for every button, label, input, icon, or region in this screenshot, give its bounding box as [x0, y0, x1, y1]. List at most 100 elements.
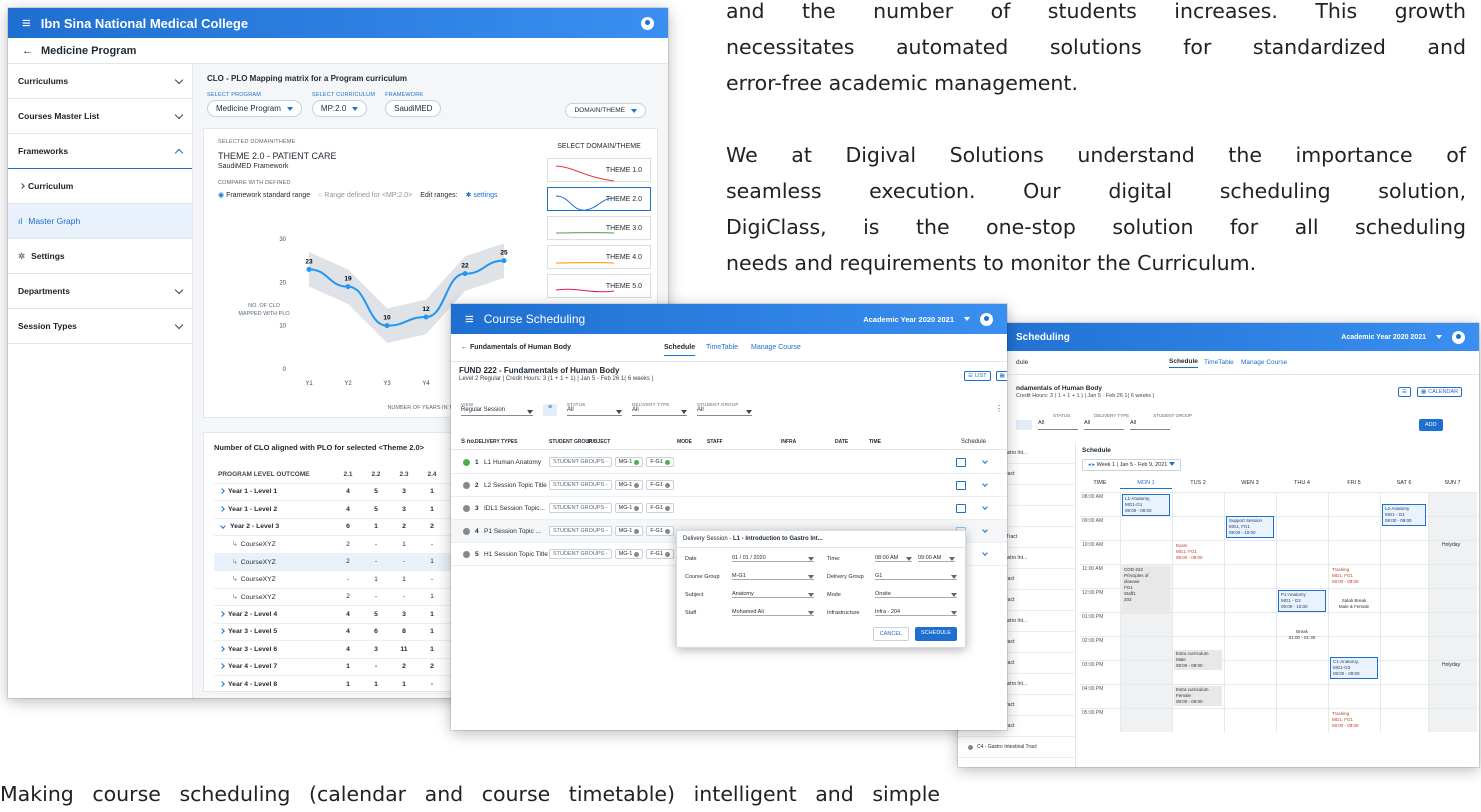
chevron-down-icon[interactable] — [982, 549, 988, 556]
sidebar-item[interactable]: ıl Master Graph — [8, 204, 192, 239]
popup-field-input[interactable]: Infra - 204 — [875, 609, 957, 616]
week-selector[interactable]: ◂ ▸ Week 1 | Jan 5 - Feb 9, 2021 — [1082, 459, 1181, 471]
sidebar-item[interactable]: Departments — [8, 274, 192, 309]
delivery-select[interactable]: All — [1084, 420, 1124, 430]
popup-field-input[interactable]: Onsite — [875, 591, 957, 598]
group-tag[interactable]: MG-1 — [614, 480, 644, 490]
popup-field-input[interactable]: 01 / 01 / 2020 — [732, 555, 814, 562]
group-tag[interactable]: F-G1 — [646, 549, 674, 559]
user-avatar-icon[interactable] — [980, 312, 993, 326]
menu-icon[interactable]: ≡ — [465, 311, 474, 328]
filter-select[interactable]: Regular Session — [461, 407, 533, 416]
sidebar-item[interactable]: Curriculum — [8, 169, 192, 204]
session-list-item[interactable]: C4 - Gastro Intestinal Tract — [958, 737, 1075, 758]
filter-select[interactable]: All — [697, 407, 752, 416]
radio-standard[interactable]: ◉ Framework standard range — [218, 191, 310, 199]
session-row[interactable]: 1 L1 Human Anatomy STUDENT GROUPS - MG-1 F-G… — [451, 451, 1007, 474]
academic-year[interactable]: Academic Year 2020 2021 — [1341, 334, 1426, 341]
back-arrow-icon[interactable]: ← — [461, 344, 468, 351]
group-tag[interactable]: MG-1 — [614, 549, 644, 559]
calendar-event[interactable]: L1-Anatomy, MG1-G1 08:00 - 09:00 — [1122, 494, 1170, 516]
add-button[interactable]: ADD — [1419, 419, 1443, 431]
time-end-input[interactable]: 09:00 AM — [918, 555, 955, 562]
calendar-event[interactable]: Extra curriculum Female 08:00 - 09:00 — [1174, 686, 1222, 706]
settings-link[interactable]: ✱ settings — [466, 191, 498, 199]
group-tag[interactable]: F-G1 — [646, 457, 674, 467]
filter-field[interactable]: VIEW Regular Session — [461, 402, 533, 416]
user-avatar-icon[interactable] — [641, 16, 654, 30]
academic-year[interactable]: Academic Year 2020 2021 — [863, 315, 954, 324]
theme-option[interactable]: THEME 1.0 — [547, 158, 651, 182]
menu-icon[interactable]: ≡ — [22, 15, 31, 32]
tab-timetable[interactable]: TimeTable — [706, 344, 738, 351]
chevron-down-icon[interactable] — [1436, 335, 1442, 339]
popup-field-input[interactable]: G1 — [875, 573, 957, 580]
tab-schedule[interactable]: Schedule — [1169, 358, 1198, 368]
group-tag[interactable]: MG-1 — [614, 526, 644, 536]
group-tag[interactable]: MG-1 — [614, 503, 644, 513]
calendar-icon[interactable] — [956, 480, 966, 490]
tab-schedule[interactable]: Schedule — [664, 344, 696, 356]
theme-option[interactable]: THEME 3.0 — [547, 216, 651, 240]
sidebar-item[interactable]: Frameworks — [8, 134, 192, 169]
calendar-icon[interactable] — [956, 457, 966, 467]
theme-option[interactable]: THEME 2.0 — [547, 187, 651, 211]
filter-icon[interactable] — [1016, 420, 1032, 430]
sidebar-item[interactable]: Session Types — [8, 309, 192, 344]
tab-manage-course[interactable]: Manage Course — [1241, 359, 1287, 366]
group-tag[interactable]: F-G1 — [646, 526, 674, 536]
calendar-event[interactable]: Break 01:00 - 01:30 — [1278, 628, 1326, 642]
list-toggle-icon[interactable]: ☰ — [1398, 387, 1411, 397]
popup-field-input[interactable]: M-G1 — [732, 573, 814, 580]
back-arrow-icon[interactable]: ← — [22, 45, 33, 57]
session-row[interactable]: 3 IDL1 Session Topic... STUDENT GROUPS - MG… — [451, 497, 1007, 520]
more-options-icon[interactable]: ⋮ — [995, 404, 1003, 413]
chevron-down-icon[interactable] — [982, 457, 988, 464]
chevron-down-icon[interactable] — [982, 480, 988, 487]
curriculum-select[interactable]: MP:2.0 — [311, 100, 368, 117]
filter-icon[interactable]: ≡ — [543, 404, 557, 416]
filter-select[interactable]: All — [632, 407, 687, 416]
popup-field-input[interactable]: Mohamed Ali — [732, 609, 814, 616]
calendar-event[interactable]: Tracking MG1, FG1 08:00 - 09:00 — [1330, 710, 1378, 730]
group-tag[interactable]: MG-1 — [614, 457, 644, 467]
calendar-event[interactable]: Tracking MG1, FG1 08:00 - 09:00 — [1330, 566, 1378, 586]
calendar-event[interactable]: P1-Anatomy MG1 - G2 09:00 - 10:00 — [1278, 590, 1326, 612]
cancel-button[interactable]: CANCEL — [872, 627, 910, 641]
calendar-toggle[interactable]: ▦ CALENDAR — [1416, 387, 1463, 397]
theme-option[interactable]: THEME 4.0 — [547, 245, 651, 269]
calendar-event[interactable]: L2-Anatomy MG1 - G1 08:00 - 09:00 — [1382, 503, 1426, 526]
theme-option[interactable]: THEME 5.0 — [547, 274, 651, 298]
popup-field-input[interactable]: 08:00 AM — [875, 555, 912, 562]
domain-theme-select[interactable]: DOMAIN/THEME — [565, 103, 646, 118]
filter-field[interactable]: STATUS All — [567, 402, 622, 416]
list-view-button[interactable]: ☰ LIST — [964, 371, 991, 381]
sidebar-item[interactable]: Courses Master List — [8, 99, 192, 134]
group-select[interactable]: All — [1130, 420, 1170, 430]
sidebar-item[interactable]: Curriculums — [8, 64, 192, 99]
sidebar-item[interactable]: ✲ Settings — [8, 239, 192, 274]
status-select[interactable]: All — [1038, 420, 1078, 430]
filter-field[interactable]: DELIVERY TYPE All — [632, 402, 687, 416]
radio-defined[interactable]: ○ Range defined for <MP:2.0> — [318, 192, 412, 199]
calendar-event[interactable]: Support Session MG1, FG1 09:00 - 10:00 — [1226, 515, 1274, 538]
tab-manage-course[interactable]: Manage Course — [751, 344, 801, 351]
schedule-button[interactable]: SCHEDULE — [915, 627, 957, 641]
calendar-event[interactable]: C1-Anatomy, MG1-G3 08:00 - 09:00 — [1330, 657, 1378, 680]
chevron-down-icon[interactable] — [964, 317, 970, 321]
group-tag[interactable]: F-G1 — [646, 503, 674, 513]
chevron-down-icon[interactable] — [982, 526, 988, 533]
calendar-icon[interactable]: ▦ — [995, 371, 1007, 381]
calendar-icon[interactable] — [956, 503, 966, 513]
chevron-down-icon[interactable] — [982, 503, 988, 510]
calendar-event[interactable]: Salah Break Male & Female — [1330, 597, 1378, 614]
filter-select[interactable]: All — [567, 407, 622, 416]
calendar-event[interactable]: Extra curriculum Male 08:00 - 09:00 — [1174, 650, 1222, 670]
filter-field[interactable]: STUDENT GROUP All — [697, 402, 752, 416]
group-tag[interactable]: F-G1 — [646, 480, 674, 490]
program-select[interactable]: Medicine Program — [207, 100, 302, 117]
session-row[interactable]: 2 L2 Session Topic Title STUDENT GROUPS - M… — [451, 474, 1007, 497]
user-avatar-icon[interactable] — [1452, 330, 1465, 344]
calendar-event[interactable]: Exam MG1, FG1 08:00 - 09:00 — [1174, 542, 1222, 562]
tab-timetable[interactable]: TimeTable — [1204, 359, 1234, 366]
